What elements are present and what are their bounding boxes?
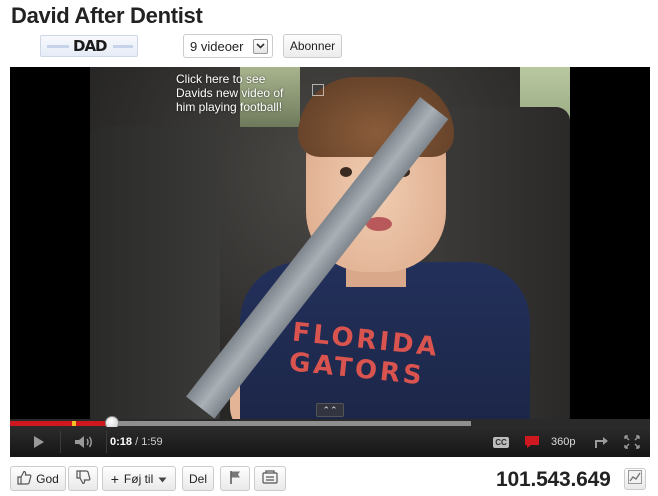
thumbs-down-icon	[75, 469, 91, 488]
channel-logo-text: DAD	[73, 37, 108, 55]
progress-played	[10, 421, 112, 426]
video-annotation-link[interactable]: Click here to see Davids new video of hi…	[176, 72, 304, 114]
view-count: 101.543.649	[496, 468, 611, 491]
flag-button[interactable]	[220, 466, 250, 491]
like-label: God	[36, 471, 59, 486]
time-display: 0:18 / 1:59	[110, 427, 163, 457]
stats-chart-icon	[628, 469, 642, 489]
chevron-up-icon[interactable]: ⌃⌃	[316, 403, 344, 417]
logo-decoration	[47, 45, 69, 48]
like-button[interactable]: God	[10, 466, 66, 491]
transcript-icon	[262, 469, 278, 488]
control-divider	[60, 431, 61, 453]
current-time: 0:18	[110, 436, 133, 448]
stats-button[interactable]	[624, 468, 646, 490]
video-title: David After Dentist	[11, 3, 203, 28]
progress-marker	[72, 421, 76, 426]
play-icon[interactable]	[24, 427, 54, 457]
action-bar: God + Føj til Del 101.543.649	[10, 466, 650, 492]
dislike-button[interactable]	[68, 466, 98, 491]
fullscreen-icon[interactable]	[622, 427, 642, 457]
channel-row: DAD 9 videoer Abonner	[40, 34, 658, 60]
duration: 1:59	[141, 436, 163, 448]
channel-logo[interactable]: DAD	[40, 35, 138, 57]
transcript-button[interactable]	[254, 466, 286, 491]
chevron-down-icon	[158, 472, 167, 486]
annotation-close-icon[interactable]	[312, 84, 324, 96]
captions-button[interactable]: CC	[490, 427, 512, 457]
share-arrow-icon[interactable]	[592, 427, 612, 457]
subscribe-button[interactable]: Abonner	[283, 34, 342, 58]
videos-count-label: 9 videoer	[190, 38, 244, 54]
add-to-button[interactable]: + Føj til	[102, 466, 176, 491]
quality-selector[interactable]: 360p	[551, 427, 575, 457]
chevron-down-icon	[253, 39, 268, 54]
volume-icon[interactable]	[66, 427, 102, 457]
flag-icon	[229, 470, 242, 488]
player-controls: 0:18 / 1:59 CC 360p	[10, 427, 650, 457]
thumbs-up-icon	[17, 470, 32, 488]
video-player[interactable]: FLORIDA GATORS Click here to see Davids …	[10, 67, 650, 457]
channel-videos-button[interactable]: 9 videoer	[183, 34, 273, 58]
video-frame[interactable]: FLORIDA GATORS Click here to see Davids …	[90, 67, 570, 419]
cc-icon: CC	[493, 436, 509, 448]
time-separator: /	[132, 436, 142, 448]
logo-decoration	[113, 45, 133, 48]
plus-icon: +	[110, 470, 119, 487]
share-button[interactable]: Del	[182, 466, 214, 491]
add-to-label: Føj til	[123, 471, 154, 486]
control-divider	[106, 431, 107, 453]
progress-bar[interactable]	[10, 416, 650, 430]
boy-eye	[340, 167, 352, 177]
car-seat	[90, 127, 220, 419]
comment-icon[interactable]	[522, 427, 542, 457]
